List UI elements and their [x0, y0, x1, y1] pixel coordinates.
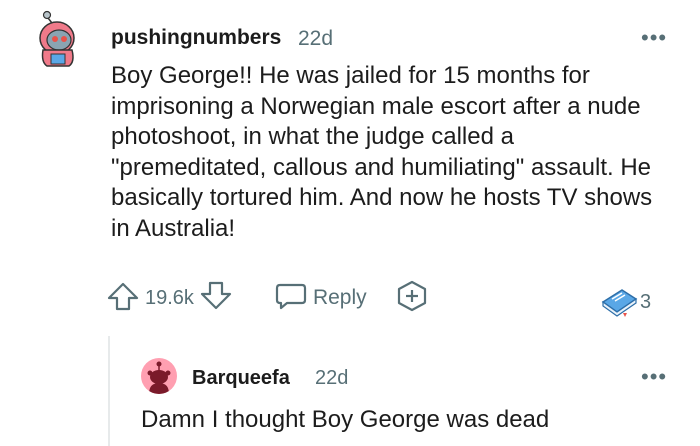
snoo-avatar-icon	[39, 10, 75, 67]
user-avatar[interactable]	[35, 10, 79, 68]
upvote-icon[interactable]	[106, 281, 140, 316]
comment-username[interactable]: pushingnumbers	[111, 26, 281, 50]
add-award-icon	[397, 280, 426, 311]
downvote-icon[interactable]	[199, 281, 233, 316]
more-options-icon[interactable]: •••	[641, 27, 667, 49]
book-award-icon	[601, 289, 638, 317]
award-button[interactable]	[395, 280, 429, 317]
reply-button[interactable]: Reply	[275, 281, 367, 316]
comment-body: Boy George!! He was jailed for 15 months…	[111, 62, 653, 242]
reply-username[interactable]: Barqueefa	[192, 367, 290, 390]
thread-line[interactable]	[108, 336, 110, 446]
reply-timestamp: 22d	[315, 367, 349, 389]
award-badge[interactable]	[600, 286, 638, 323]
reply-label: Reply	[312, 286, 367, 309]
comment-action-bar: 19.6k Reply	[106, 280, 429, 317]
reply-body: Damn I thought Boy George was dead	[141, 406, 550, 433]
award-count: 3	[640, 291, 652, 313]
chat-bubble-icon	[275, 281, 307, 316]
snoo-avatar-icon	[147, 361, 171, 394]
reply-avatar[interactable]	[141, 358, 177, 394]
vote-count: 19.6k	[145, 286, 194, 309]
reply-more-options-icon[interactable]: •••	[641, 366, 667, 388]
vote-controls: 19.6k	[106, 281, 233, 316]
comment-timestamp: 22d	[298, 27, 334, 50]
